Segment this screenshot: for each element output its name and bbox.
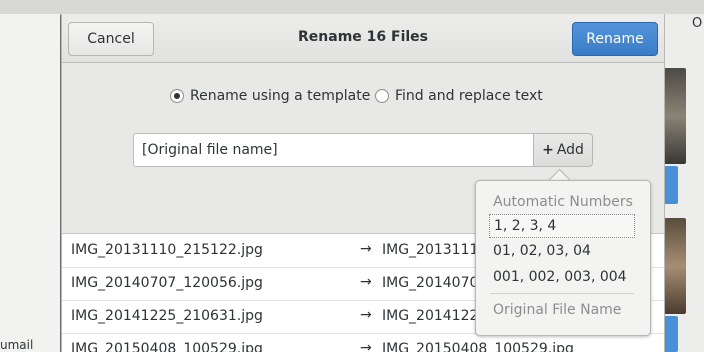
- new-filename: IMG_20150408_100529.jpg: [382, 341, 574, 352]
- radio-indicator-checked: [170, 89, 184, 103]
- add-button-label: Add: [556, 142, 584, 158]
- background-window-titlebar: [0, 0, 704, 15]
- rename-button[interactable]: Rename: [572, 22, 658, 56]
- menu-item-label: 001, 002, 003, 004: [493, 269, 627, 285]
- new-filename: IMG_20131110: [382, 242, 488, 258]
- radio-find-replace[interactable]: Find and replace text: [375, 86, 543, 106]
- background-sidebar-text: umail: [0, 338, 34, 352]
- add-button[interactable]: + Add: [533, 133, 593, 167]
- background-selection-marker: [664, 316, 678, 352]
- menu-item-numbers-two-digit[interactable]: 01, 02, 03, 04: [489, 239, 635, 263]
- background-selection-marker: [664, 166, 678, 204]
- original-filename: IMG_20141225_210631.jpg: [71, 308, 263, 324]
- new-filename: IMG_20140707: [382, 275, 488, 291]
- arrow-right-icon: →: [360, 241, 372, 257]
- background-title-fragment: O: [692, 16, 703, 31]
- background-thumbnail: [664, 68, 686, 164]
- original-filename: IMG_20140707_120056.jpg: [71, 275, 263, 291]
- plus-icon: +: [542, 142, 554, 158]
- menu-item-numbers-three-digit[interactable]: 001, 002, 003, 004: [489, 265, 635, 289]
- popover-section-original-name: Original File Name: [493, 302, 622, 318]
- background-window-left-pane: [0, 14, 60, 352]
- menu-item-numbers-plain[interactable]: 1, 2, 3, 4: [489, 214, 635, 238]
- template-input[interactable]: [Original file name]: [133, 133, 534, 167]
- arrow-right-icon: →: [360, 307, 372, 323]
- radio-label: Rename using a template: [190, 88, 371, 104]
- radio-label: Find and replace text: [395, 88, 543, 104]
- background-thumbnail: [664, 218, 686, 314]
- popover-separator: [490, 293, 634, 294]
- add-tag-popover: Automatic Numbers 1, 2, 3, 4 01, 02, 03,…: [475, 180, 651, 336]
- arrow-right-icon: →: [360, 340, 372, 352]
- new-filename: IMG_20141225: [382, 308, 488, 324]
- arrow-right-icon: →: [360, 274, 372, 290]
- radio-rename-template[interactable]: Rename using a template: [170, 86, 370, 106]
- popover-section-title: Automatic Numbers: [493, 194, 633, 210]
- original-filename: IMG_20150408_100529.jpg: [71, 341, 263, 352]
- radio-indicator-unchecked: [375, 89, 389, 103]
- menu-item-label: 1, 2, 3, 4: [494, 218, 557, 234]
- dialog-headerbar: Cancel Rename 16 Files Rename: [62, 14, 664, 63]
- menu-item-label: 01, 02, 03, 04: [493, 243, 591, 259]
- original-filename: IMG_20131110_215122.jpg: [71, 242, 263, 258]
- template-input-value: [Original file name]: [142, 142, 278, 158]
